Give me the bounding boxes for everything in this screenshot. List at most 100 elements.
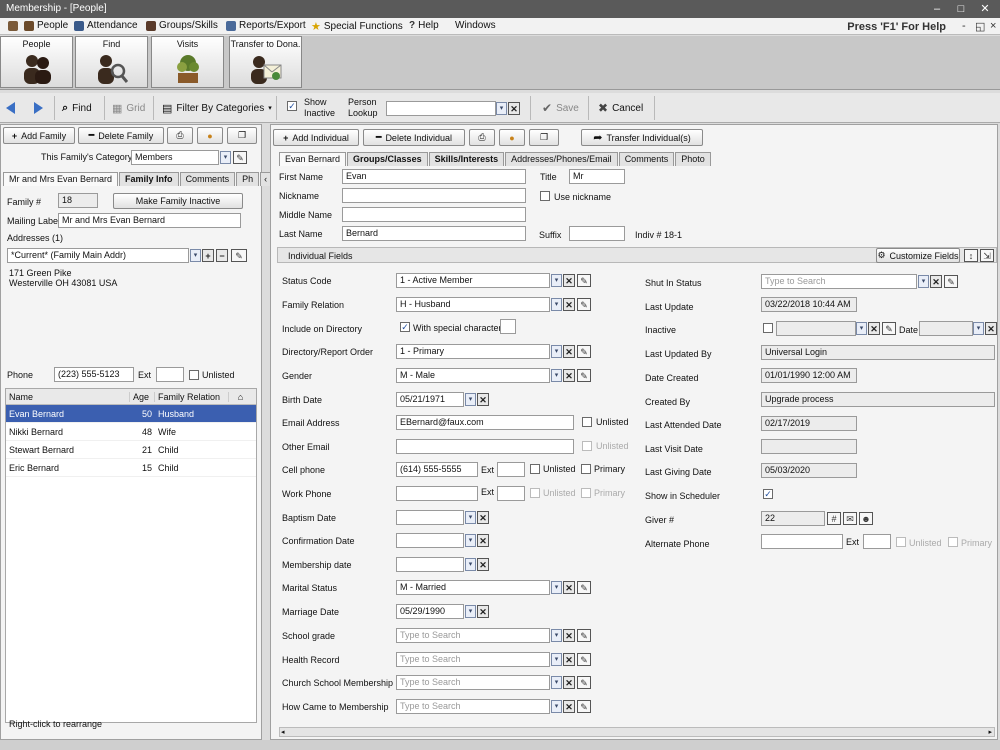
mdi-minimize-button[interactable]: - bbox=[962, 20, 966, 32]
nav-visits-button[interactable]: Visits bbox=[151, 36, 224, 88]
clear-button[interactable]: ✕ bbox=[563, 676, 575, 689]
clear-button[interactable]: ✕ bbox=[477, 558, 489, 571]
lookup-clear-button[interactable]: ✕ bbox=[508, 102, 520, 115]
horizontal-scrollbar[interactable]: ◂ ▸ bbox=[279, 727, 995, 737]
chevron-down-icon[interactable]: ▾ bbox=[551, 653, 562, 666]
cancel-button[interactable]: ✖ Cancel bbox=[594, 98, 647, 118]
baptism-date-input[interactable] bbox=[396, 510, 464, 525]
special-character-input[interactable] bbox=[500, 319, 516, 334]
cell-unlisted-checkbox[interactable] bbox=[530, 464, 540, 474]
giver-number-field[interactable]: 22 bbox=[761, 511, 825, 526]
clear-button[interactable]: ✕ bbox=[563, 369, 575, 382]
table-row[interactable]: Eric Bernard 15 Child bbox=[6, 459, 256, 477]
tab-addresses-phones-email[interactable]: Addresses/Phones/Email bbox=[505, 152, 618, 166]
title-input[interactable]: Mr bbox=[569, 169, 625, 184]
chevron-down-icon[interactable]: ▾ bbox=[551, 700, 562, 713]
forward-button[interactable] bbox=[30, 98, 47, 118]
chevron-down-icon[interactable]: ▾ bbox=[551, 629, 562, 642]
tab-individual-name[interactable]: Evan Bernard bbox=[279, 152, 347, 166]
table-row[interactable]: Nikki Bernard 48 Wife bbox=[6, 423, 256, 441]
membership-date-input[interactable] bbox=[396, 557, 464, 572]
nav-find-button[interactable]: Find bbox=[75, 36, 148, 88]
save-button[interactable]: ✔ Save bbox=[538, 98, 583, 118]
other-email-unlisted-checkbox[interactable] bbox=[582, 441, 592, 451]
first-name-input[interactable]: Evan bbox=[342, 169, 526, 184]
inactive-date-input[interactable] bbox=[919, 321, 973, 336]
work-unlisted-checkbox[interactable] bbox=[530, 488, 540, 498]
cell-ext-input[interactable] bbox=[497, 462, 525, 477]
lookup-dropdown-button[interactable]: ▾ bbox=[496, 102, 507, 115]
status-code-select[interactable]: 1 - Active Member bbox=[396, 273, 550, 288]
add-family-button[interactable]: + Add Family bbox=[3, 127, 75, 144]
inactive-reason-select[interactable] bbox=[776, 321, 856, 336]
sort-icon[interactable]: ↕ bbox=[964, 249, 978, 262]
inactive-checkbox[interactable] bbox=[763, 323, 773, 333]
tab-family-info[interactable]: Family Info bbox=[119, 172, 179, 186]
chevron-down-icon[interactable]: ▾ bbox=[551, 369, 562, 382]
map-family-button[interactable]: ● bbox=[197, 127, 223, 144]
clear-button[interactable]: ✕ bbox=[563, 700, 575, 713]
menu-groups-skills[interactable]: Groups/Skills bbox=[146, 20, 218, 31]
nickname-input[interactable] bbox=[342, 188, 526, 203]
print-family-button[interactable]: ⎙ bbox=[167, 127, 193, 144]
shut-in-select[interactable]: Type to Search bbox=[761, 274, 917, 289]
family-unlisted-checkbox[interactable] bbox=[189, 370, 199, 380]
delete-individual-button[interactable]: ━ Delete Individual bbox=[363, 129, 465, 146]
clear-button[interactable]: ✕ bbox=[477, 511, 489, 524]
marital-status-select[interactable]: M - Married bbox=[396, 580, 550, 595]
birth-date-input[interactable]: 05/21/1971 bbox=[396, 392, 464, 407]
calendar-dropdown-icon[interactable]: ▾ bbox=[465, 605, 476, 618]
confirmation-date-input[interactable] bbox=[396, 533, 464, 548]
print-individual-button[interactable]: ⎙ bbox=[469, 129, 495, 146]
tab-family-comments[interactable]: Comments bbox=[179, 172, 236, 186]
edit-button[interactable]: ✎ bbox=[882, 322, 896, 335]
make-family-inactive-button[interactable]: Make Family Inactive bbox=[113, 193, 243, 209]
mdi-restore-button[interactable]: ◱ bbox=[975, 20, 985, 33]
tab-family-name[interactable]: Mr and Mrs Evan Bernard bbox=[3, 172, 119, 186]
other-email-input[interactable] bbox=[396, 439, 574, 454]
nav-people-button[interactable]: People bbox=[0, 36, 73, 88]
column-name[interactable]: Name bbox=[6, 391, 130, 402]
envelope-icon[interactable]: ✉ bbox=[843, 512, 857, 525]
column-age[interactable]: Age bbox=[130, 391, 155, 402]
edit-button[interactable]: ✎ bbox=[577, 581, 591, 594]
category-dropdown-button[interactable]: ▾ bbox=[220, 151, 231, 164]
calendar-dropdown-icon[interactable]: ▾ bbox=[465, 511, 476, 524]
filter-categories-button[interactable]: ▤ Filter By Categories ▾ bbox=[158, 98, 276, 118]
chevron-down-icon[interactable]: ▾ bbox=[551, 581, 562, 594]
email-unlisted-checkbox[interactable] bbox=[582, 417, 592, 427]
family-relation-select[interactable]: H - Husband bbox=[396, 297, 550, 312]
chevron-down-icon[interactable]: ▾ bbox=[551, 345, 562, 358]
copy-family-button[interactable]: ❐ bbox=[227, 127, 257, 144]
back-button[interactable] bbox=[2, 98, 19, 118]
person-lookup-input[interactable] bbox=[386, 101, 496, 116]
family-category-select[interactable]: Members bbox=[131, 150, 219, 165]
email-input[interactable]: EBernard@faux.com bbox=[396, 415, 574, 430]
use-nickname-checkbox[interactable] bbox=[540, 191, 550, 201]
calendar-dropdown-icon[interactable]: ▾ bbox=[465, 558, 476, 571]
marriage-date-input[interactable]: 05/29/1990 bbox=[396, 604, 464, 619]
transfer-individuals-button[interactable]: ➦ Transfer Individual(s) bbox=[581, 129, 703, 146]
tab-skills-interests[interactable]: Skills/Interests bbox=[428, 152, 505, 166]
edit-button[interactable]: ✎ bbox=[577, 653, 591, 666]
suffix-input[interactable] bbox=[569, 226, 625, 241]
gender-select[interactable]: M - Male bbox=[396, 368, 550, 383]
clear-button[interactable]: ✕ bbox=[563, 653, 575, 666]
chevron-down-icon[interactable]: ▾ bbox=[856, 322, 867, 335]
middle-name-input[interactable] bbox=[342, 207, 526, 222]
menu-help[interactable]: ? Help bbox=[409, 20, 439, 31]
cell-primary-checkbox[interactable] bbox=[581, 464, 591, 474]
edit-button[interactable]: ✎ bbox=[577, 298, 591, 311]
minimize-button[interactable]: – bbox=[928, 1, 946, 17]
health-record-select[interactable]: Type to Search bbox=[396, 652, 550, 667]
clear-button[interactable]: ✕ bbox=[477, 534, 489, 547]
nav-transfer-button[interactable]: Transfer to Dona. bbox=[229, 36, 302, 88]
app-menu-icon[interactable] bbox=[8, 21, 18, 31]
edit-button[interactable]: ✎ bbox=[577, 369, 591, 382]
clear-button[interactable]: ✕ bbox=[985, 322, 997, 335]
table-row[interactable]: Evan Bernard 50 Husband bbox=[6, 405, 256, 423]
calendar-dropdown-icon[interactable]: ▾ bbox=[465, 393, 476, 406]
grid-button[interactable]: ▦ Grid bbox=[108, 98, 149, 118]
menu-attendance[interactable]: Attendance bbox=[74, 20, 138, 31]
clear-button[interactable]: ✕ bbox=[563, 581, 575, 594]
